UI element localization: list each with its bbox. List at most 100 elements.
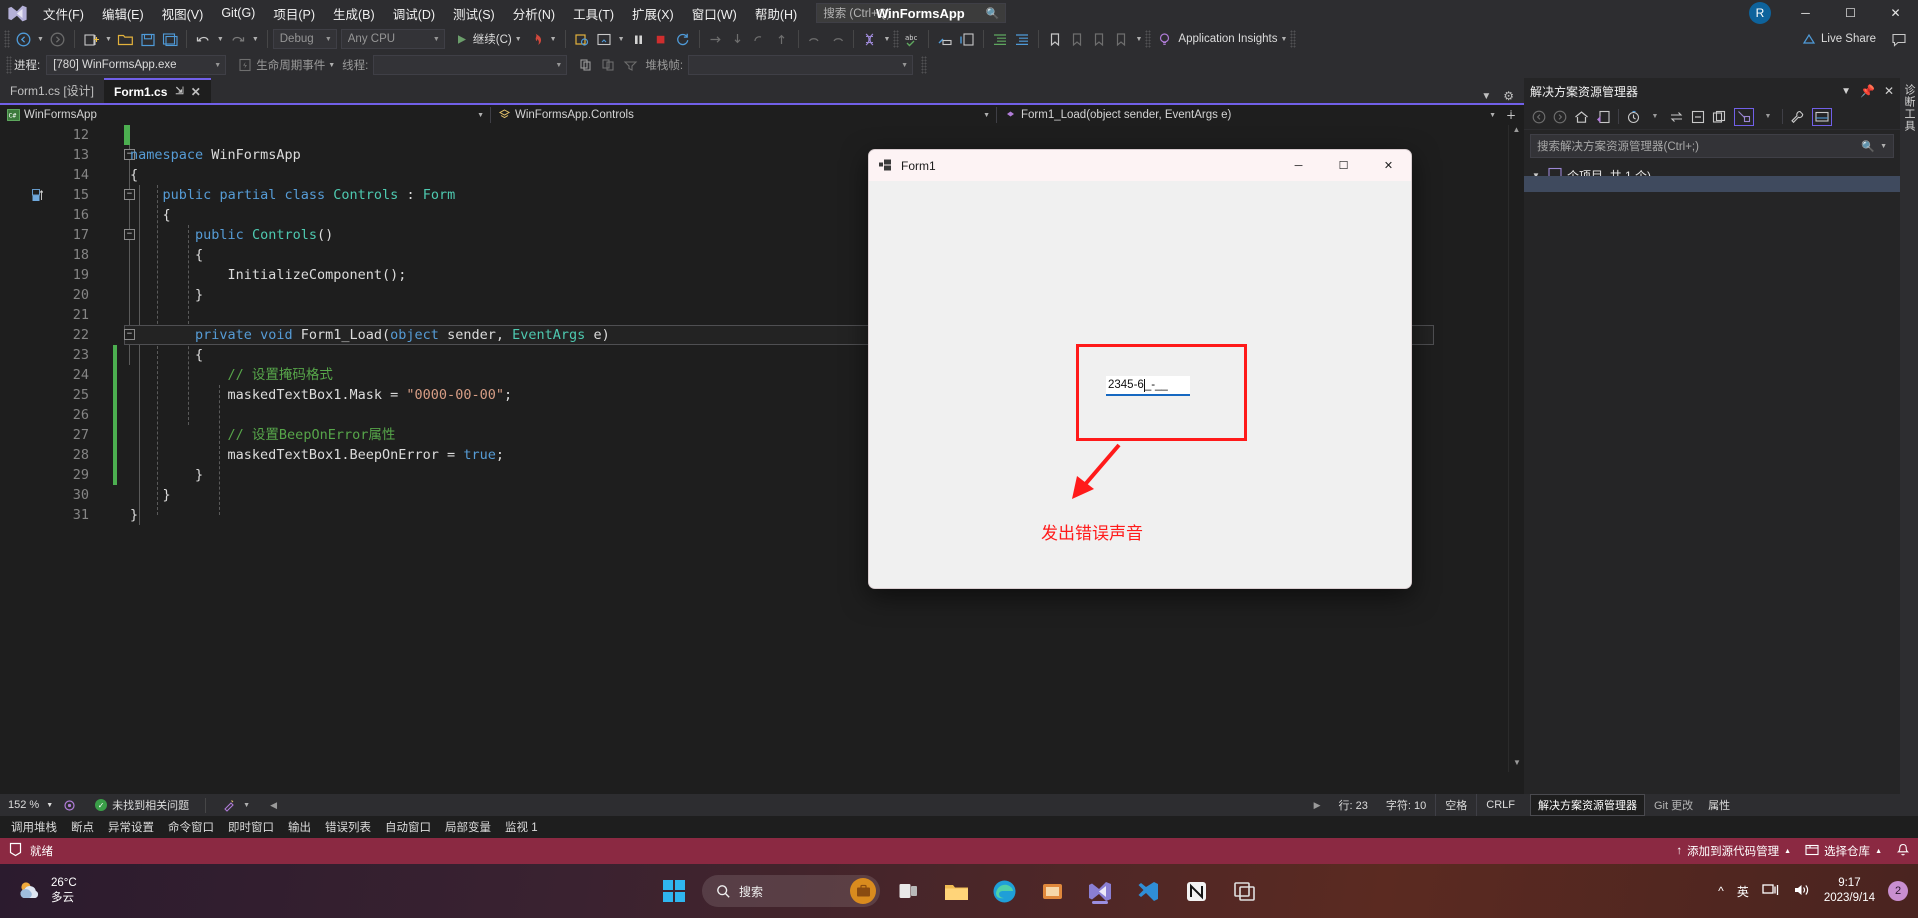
form1-app-window[interactable]: Form1 ─ ☐ ✕ 2345-6 _-__ 发出错误声音 <box>868 149 1412 589</box>
gear-icon[interactable]: ⚙ <box>1503 89 1514 103</box>
tab-form1-designer[interactable]: Form1.cs [设计] <box>0 78 105 103</box>
menu-file[interactable]: 文件(F) <box>34 0 93 26</box>
taskbar-visual-studio-icon[interactable] <box>1080 871 1120 911</box>
close-button[interactable]: ✕ <box>1873 0 1918 26</box>
pin-icon[interactable]: ⇲ <box>175 86 183 97</box>
redo-icon[interactable] <box>227 28 249 50</box>
code-metrics-icon[interactable] <box>859 28 881 50</box>
masked-textbox-input[interactable]: 2345-6 _-__ <box>1106 376 1190 396</box>
editor-horizontal-scrollbar[interactable] <box>0 780 1508 794</box>
dbg-tab-watch-1[interactable]: 监视 1 <box>498 816 545 838</box>
close-icon[interactable]: ✕ <box>1884 84 1894 98</box>
thread-dropdown[interactable]: ▼ <box>373 55 568 75</box>
menu-build[interactable]: 生成(B) <box>324 0 384 26</box>
menu-help[interactable]: 帮助(H) <box>746 0 806 26</box>
account-avatar[interactable]: R <box>1749 2 1771 24</box>
expand-status-icon[interactable]: ▶ <box>1305 794 1330 816</box>
toggle-bookmark-icon[interactable] <box>1044 28 1066 50</box>
continue-button-label[interactable]: 继续(C) <box>473 31 512 47</box>
hot-reload-icon[interactable] <box>525 28 547 50</box>
new-project-caret-icon[interactable]: ▼ <box>102 36 115 43</box>
preview-selected-items-icon[interactable] <box>1812 107 1832 126</box>
taskbar-store-icon[interactable] <box>1032 871 1072 911</box>
lifecycle-events-label[interactable]: 生命周期事件 <box>256 57 325 73</box>
step-into-icon[interactable] <box>705 28 727 50</box>
attach-process-icon[interactable] <box>571 28 593 50</box>
forward-icon[interactable] <box>1553 108 1567 126</box>
notification-badge[interactable]: 2 <box>1888 881 1908 901</box>
next-bookmark-icon[interactable] <box>1088 28 1110 50</box>
split-editor-icon[interactable]: ∔ <box>1506 108 1524 122</box>
chevron-down-icon[interactable]: ▼ <box>1481 91 1491 102</box>
start-button[interactable] <box>654 871 694 911</box>
redo-caret-icon[interactable]: ▼ <box>249 36 262 43</box>
decrease-indent-icon[interactable] <box>1011 28 1033 50</box>
pause-icon[interactable] <box>628 28 650 50</box>
lightbulb-icon[interactable] <box>1153 28 1175 50</box>
form1-close-button[interactable]: ✕ <box>1366 150 1411 181</box>
chevron-down-icon[interactable]: ▼ <box>1648 108 1662 126</box>
toolbar-grip[interactable] <box>4 30 10 48</box>
form1-minimize-button[interactable]: ─ <box>1276 150 1321 181</box>
dbg-tab-output[interactable]: 输出 <box>281 816 318 838</box>
taskbar-clock[interactable]: 9:17 2023/9/14 <box>1824 876 1875 906</box>
stackframe-dropdown[interactable]: ▼ <box>688 55 914 75</box>
solution-properties-view-icon[interactable] <box>1734 107 1754 126</box>
step-over-icon[interactable] <box>727 28 749 50</box>
pending-history-icon[interactable] <box>1626 108 1641 126</box>
dbg-tab-autos[interactable]: 自动窗口 <box>378 816 438 838</box>
chevron-down-icon[interactable]: ▼ <box>1841 86 1851 97</box>
taskbar-edge-icon[interactable] <box>984 871 1024 911</box>
pin-icon[interactable]: 📌 <box>1860 84 1875 98</box>
open-file-icon[interactable] <box>115 28 137 50</box>
chevron-down-icon[interactable]: ▼ <box>1880 143 1887 150</box>
menu-analyze[interactable]: 分析(N) <box>504 0 564 26</box>
menu-project[interactable]: 项目(P) <box>264 0 324 26</box>
dbg-tab-exception-settings[interactable]: 异常设置 <box>101 816 161 838</box>
dock-tab-properties[interactable]: 属性 <box>1702 797 1736 813</box>
code-cleanup-button[interactable]: ▼ <box>222 798 250 812</box>
notifications-button[interactable] <box>1896 843 1910 860</box>
menu-tools[interactable]: 工具(T) <box>564 0 623 26</box>
restart-icon[interactable] <box>672 28 694 50</box>
debug-toolbar-grip-2[interactable] <box>921 56 928 74</box>
navbar-type-dropdown[interactable]: WinFormsApp.Controls ▼ <box>491 104 996 126</box>
dbg-tab-error-list[interactable]: 错误列表 <box>318 816 378 838</box>
show-all-files-icon[interactable] <box>1712 108 1727 126</box>
select-repository-button[interactable]: 选择仓库 ▲ <box>1805 843 1882 859</box>
menu-view[interactable]: 视图(V) <box>153 0 213 26</box>
taskbar-search-box[interactable]: 搜索 <box>702 875 880 907</box>
indentation-indicator[interactable]: 空格 <box>1435 794 1478 816</box>
minimize-button[interactable]: ─ <box>1783 0 1828 26</box>
volume-icon[interactable] <box>1793 882 1811 901</box>
toolbar-grip-3[interactable] <box>1145 30 1152 48</box>
comment-selection-icon[interactable] <box>934 28 956 50</box>
chevron-down-icon[interactable]: ▼ <box>1761 108 1775 126</box>
toolbar-grip-2[interactable] <box>893 30 900 48</box>
frame-filter-icon[interactable] <box>619 54 641 76</box>
clear-bookmarks-icon[interactable] <box>1110 28 1132 50</box>
dock-tab-git-changes[interactable]: Git 更改 <box>1645 797 1702 813</box>
solution-configuration-dropdown[interactable]: Debug ▼ <box>272 29 337 49</box>
application-insights-label[interactable]: Application Insights <box>1178 33 1277 45</box>
tab-form1-cs[interactable]: Form1.cs ⇲ ✕ <box>104 78 211 103</box>
home-icon[interactable] <box>1574 108 1589 126</box>
live-share-button[interactable]: Live Share <box>1800 28 1878 50</box>
maximize-button[interactable]: ☐ <box>1828 0 1873 26</box>
dbg-tab-command-window[interactable]: 命令窗口 <box>161 816 221 838</box>
menu-extensions[interactable]: 扩展(X) <box>623 0 683 26</box>
next-frame-icon[interactable] <box>597 54 619 76</box>
undo-caret-icon[interactable]: ▼ <box>214 36 227 43</box>
taskbar-vscode-icon[interactable] <box>1128 871 1168 911</box>
toolbar-grip-4[interactable] <box>1290 30 1297 48</box>
task-view-button[interactable] <box>888 871 928 911</box>
intellicode-icon[interactable] <box>59 799 79 812</box>
process-dropdown[interactable]: [780] WinFormsApp.exe ▼ <box>46 55 227 75</box>
dock-tab-solution-explorer[interactable]: 解决方案资源管理器 <box>1530 794 1645 816</box>
solution-explorer-search-input[interactable]: 搜索解决方案资源管理器(Ctrl+;) 🔍 ▼ <box>1530 134 1894 158</box>
dbg-tab-locals[interactable]: 局部变量 <box>438 816 498 838</box>
menu-test[interactable]: 测试(S) <box>444 0 504 26</box>
step-out-icon[interactable] <box>749 28 771 50</box>
code-metrics-caret-icon[interactable]: ▼ <box>881 36 894 43</box>
scroll-down-icon[interactable]: ▼ <box>1509 758 1525 772</box>
